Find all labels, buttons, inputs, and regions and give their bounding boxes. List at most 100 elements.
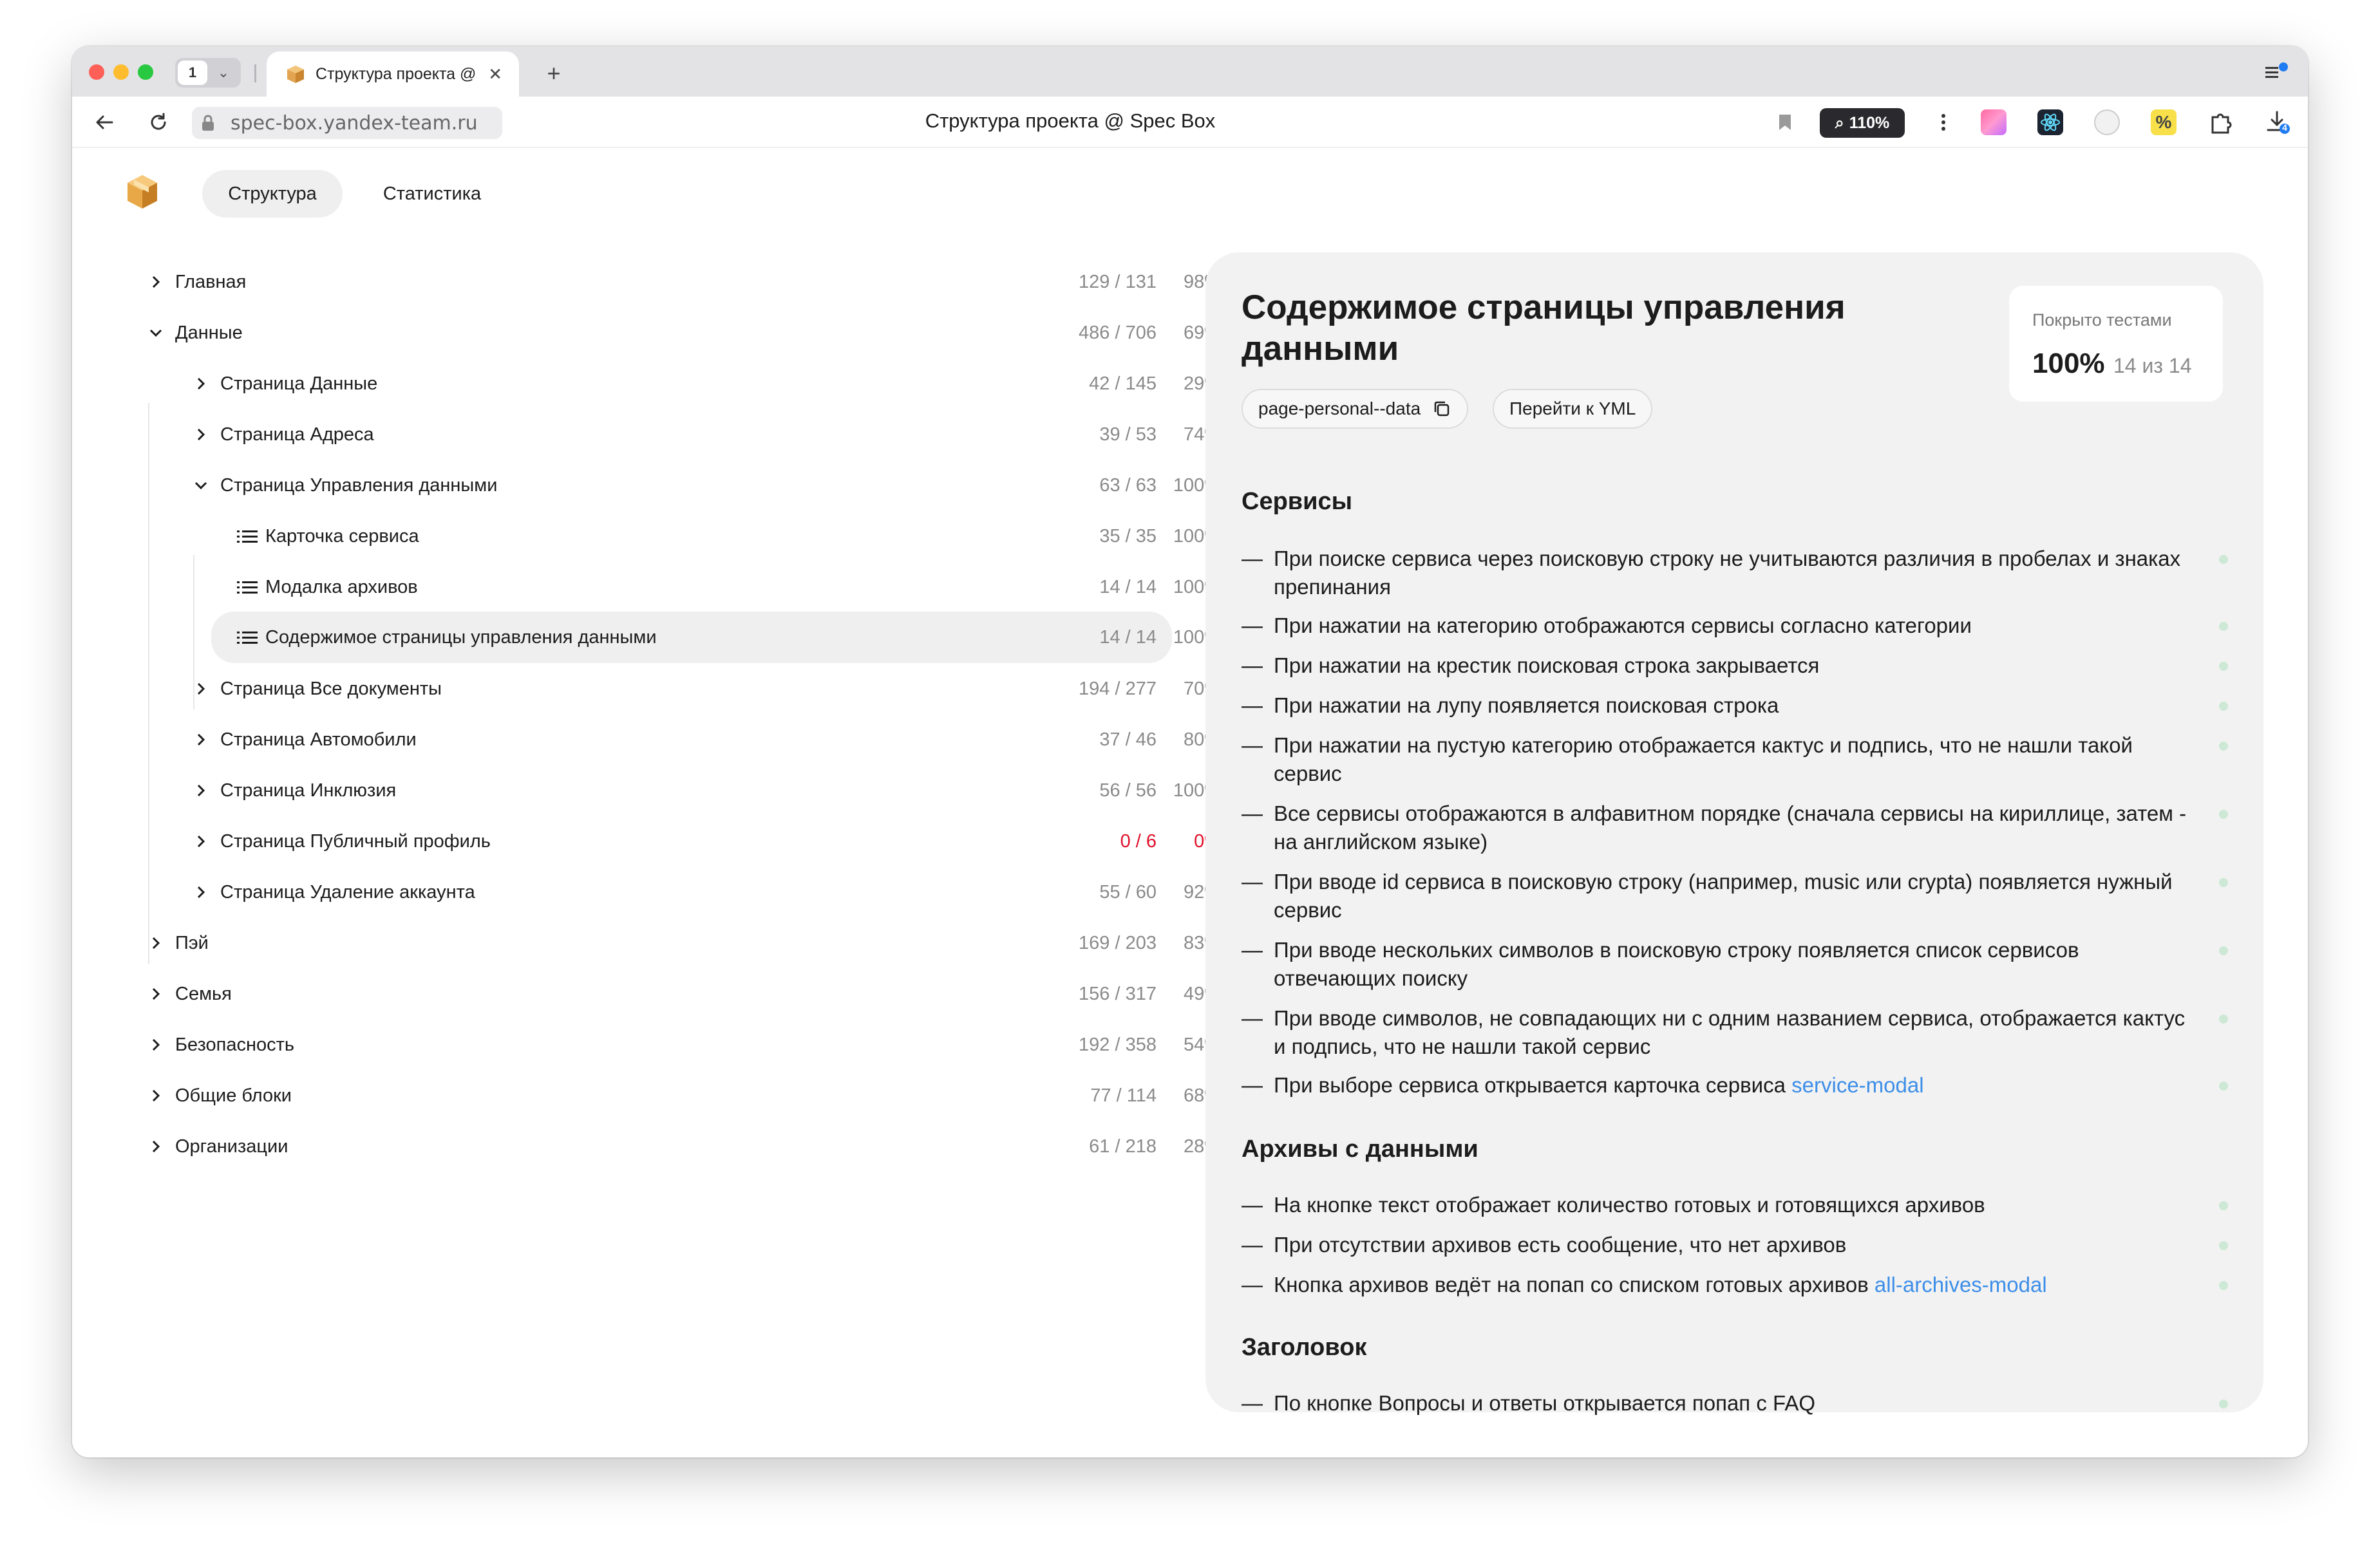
tab-count: 1 — [178, 61, 207, 85]
coverage-label: Покрыто тестами — [2032, 310, 2172, 330]
spec-box-favicon-icon — [287, 66, 304, 83]
tree-row[interactable]: Страница Удаление аккаунта 55 / 60 92% — [139, 869, 1240, 915]
status-dot — [2219, 742, 2228, 751]
tree-row-count: 63 / 63 — [1099, 474, 1157, 496]
tree-row-label: Страница Автомобили — [220, 729, 417, 750]
tree-row[interactable]: Страница Инклюзия 56 / 56 100% — [139, 767, 1240, 814]
close-tab-icon[interactable]: ✕ — [488, 64, 502, 84]
tree-row[interactable]: Страница Автомобили 37 / 46 80% — [139, 716, 1240, 763]
tree-row-label: Страница Адреса — [220, 424, 374, 445]
list-dash: — — [1242, 1233, 1263, 1257]
tree-row-count: 77 / 114 — [1090, 1085, 1157, 1106]
tree-row[interactable]: Общие блоки 77 / 114 68% — [139, 1072, 1240, 1119]
tree-row[interactable]: Семья 156 / 317 49% — [139, 971, 1240, 1017]
tree-row[interactable]: Страница Управления данными 63 / 63 100% — [139, 462, 1240, 509]
chevron-right-icon — [152, 1038, 160, 1051]
tree-row[interactable]: Данные 486 / 706 69% — [139, 310, 1240, 356]
requirement-text: При нажатии на крестик поисковая строка … — [1274, 653, 1820, 677]
tree-row-selected[interactable]: Содержимое страницы управления данными 1… — [211, 612, 1221, 663]
chevron-right-icon — [197, 886, 205, 899]
requirement-text-with-link: Кнопка архивов ведёт на попап со списком… — [1274, 1271, 2188, 1299]
react-devtools-icon[interactable] — [2037, 109, 2063, 135]
requirement-text-with-link: При выборе сервиса открывается карточка … — [1274, 1071, 2188, 1100]
tree-row[interactable]: Организации 61 / 218 28% — [139, 1123, 1240, 1170]
coverage-card: Покрыто тестами 100% 14 из 14 — [2009, 286, 2223, 402]
tree-row-count: 129 / 131 — [1079, 271, 1157, 292]
tree-row[interactable]: Главная 129 / 131 98% — [139, 259, 1240, 305]
lock-icon[interactable] — [198, 113, 218, 133]
tab-separator — [254, 64, 256, 82]
spec-box-logo-icon[interactable] — [126, 174, 158, 210]
status-dot — [2219, 1081, 2228, 1091]
copy-icon[interactable] — [1432, 399, 1451, 418]
maximize-window-button[interactable] — [138, 64, 153, 80]
status-dot — [2219, 622, 2228, 631]
tree-row-count: 35 / 35 — [1099, 525, 1157, 547]
tree-row[interactable]: Страница Публичный профиль 0 / 6 0% — [139, 818, 1240, 865]
zoom-indicator[interactable]: ⌕ 110% — [1820, 108, 1905, 138]
tree-row-label: Страница Публичный профиль — [220, 830, 491, 852]
tree-row-count: 39 / 53 — [1099, 424, 1157, 445]
tree-row[interactable]: Модалка архивов 14 / 14 100% — [139, 564, 1240, 610]
tab-statistics[interactable]: Статистика — [361, 170, 504, 218]
tree-row[interactable]: Страница Все документы 194 / 277 70% — [139, 666, 1240, 712]
tree-row-count: 14 / 14 — [1099, 576, 1157, 597]
chevron-down-icon — [149, 329, 162, 337]
list-dash: — — [1242, 1391, 1263, 1415]
requirement-text: При вводе id сервиса в поисковую строку … — [1274, 870, 2173, 922]
code-chip[interactable]: page-personal--data — [1242, 389, 1469, 429]
tree-row-label: Страница Инклюзия — [220, 780, 397, 801]
panda-extension-icon[interactable] — [2094, 109, 2120, 135]
chevron-right-icon — [152, 937, 160, 950]
tab-count-button[interactable]: 1 ⌄ — [175, 58, 241, 88]
back-icon[interactable] — [91, 109, 117, 135]
gradient-extension-icon[interactable] — [1981, 109, 2007, 135]
tab-list-icon[interactable] — [2264, 61, 2290, 84]
status-dot — [2219, 1400, 2228, 1409]
service-modal-link[interactable]: service-modal — [1791, 1073, 1923, 1097]
address-toolbar: spec-box.yandex-team.ru Структура проект… — [72, 97, 2308, 148]
tree-row[interactable]: Страница Адреса 39 / 53 74% — [139, 411, 1240, 458]
tree-row-label: Данные — [175, 322, 243, 343]
tab-structure[interactable]: Структура — [202, 170, 343, 218]
more-menu-icon[interactable] — [1931, 109, 1956, 135]
downloads-icon[interactable]: 4 — [2264, 109, 2290, 135]
requirement-text: При нажатии на пустую категорию отобража… — [1274, 733, 2133, 785]
tree-row[interactable]: Пэй 169 / 203 83% — [139, 920, 1240, 966]
tree-row[interactable]: Карточка сервиса 35 / 35 100% — [139, 513, 1240, 559]
extensions-puzzle-icon[interactable] — [2207, 109, 2233, 135]
tree-row-label: Организации — [175, 1136, 288, 1157]
bookmark-icon[interactable] — [1772, 109, 1798, 135]
chevron-right-icon — [152, 1089, 160, 1102]
yml-link-button[interactable]: Перейти к YML — [1493, 389, 1653, 429]
requirement-text: Все сервисы отображаются в алфавитном по… — [1274, 801, 2187, 854]
list-dash: — — [1242, 547, 1263, 570]
browser-window: 1 ⌄ Структура проекта @ ✕ + spec-box.yan… — [72, 46, 2308, 1457]
all-archives-modal-link[interactable]: all-archives-modal — [1875, 1273, 2047, 1297]
downloads-badge: 4 — [2282, 122, 2287, 133]
url-field[interactable]: spec-box.yandex-team.ru — [192, 107, 502, 139]
tree-row-label: Страница Управления данными — [220, 474, 498, 496]
requirement-text: При нажатии на категорию отображаются се… — [1274, 613, 1972, 637]
list-dash: — — [1242, 653, 1263, 677]
minimize-window-button[interactable] — [113, 64, 129, 80]
zoom-icon: ⌕ — [1835, 113, 1844, 132]
percent-extension-icon[interactable]: % — [2151, 109, 2177, 135]
status-dot — [2219, 878, 2228, 887]
list-dash: — — [1242, 938, 1263, 962]
tree-row-count: 0 / 6 — [1120, 830, 1157, 852]
list-dash: — — [1242, 613, 1263, 637]
reload-icon[interactable] — [146, 109, 171, 135]
tree-row-label: Пэй — [175, 932, 209, 953]
url-text: spec-box.yandex-team.ru — [231, 111, 478, 135]
tree-row-count: 55 / 60 — [1099, 881, 1157, 903]
active-tab[interactable]: Структура проекта @ ✕ — [267, 51, 519, 97]
status-dot — [2219, 1281, 2228, 1290]
tree-row[interactable]: Безопасность 192 / 358 54% — [139, 1022, 1240, 1068]
tree-row[interactable]: Страница Данные 42 / 145 29% — [139, 360, 1240, 407]
requirement-text: При вводе символов, не совпадающих ни с … — [1274, 1006, 2186, 1058]
close-window-button[interactable] — [89, 64, 104, 80]
list-dash: — — [1242, 870, 1263, 894]
tree-row-count: 486 / 706 — [1079, 322, 1157, 343]
new-tab-button[interactable]: + — [540, 59, 568, 88]
